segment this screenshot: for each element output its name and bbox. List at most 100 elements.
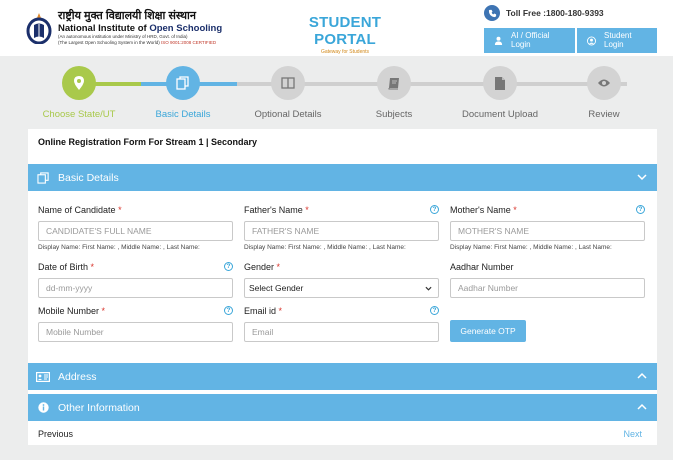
chevron-up-icon: [637, 403, 647, 410]
help-icon[interactable]: ?: [430, 306, 439, 315]
label-text: Aadhar Number: [450, 262, 514, 272]
next-button[interactable]: Next: [623, 429, 642, 439]
required-marker: *: [305, 205, 309, 215]
logo-text: राष्ट्रीय मुक्त विद्यालयी शिक्षा संस्थान…: [58, 10, 222, 46]
candidate-name-group: Name of Candidate * Display Name: First …: [38, 205, 233, 251]
help-icon[interactable]: ?: [224, 262, 233, 271]
student-login-line2: Login: [604, 39, 624, 49]
display-name-hint: Display Name: First Name: , Middle Name:…: [244, 244, 406, 251]
form-title: Online Registration Form For Stream 1 | …: [38, 137, 258, 147]
id-card-icon: [36, 371, 50, 383]
required-marker: *: [276, 262, 281, 272]
field-label: Aadhar Number: [450, 262, 645, 274]
ai-login-label: AI / Official Login: [511, 31, 550, 49]
step-label: Basic Details: [155, 109, 211, 120]
father-name-input[interactable]: [244, 221, 439, 241]
mobile-input[interactable]: [38, 322, 233, 342]
field-label: Mobile Number *?: [38, 306, 233, 318]
user-icon: [494, 36, 503, 45]
step-circle: [483, 66, 517, 100]
field-label: Father's Name *?: [244, 205, 439, 217]
aadhar-group: Aadhar Number: [450, 262, 645, 298]
page-header: राष्ट्रीय मुक्त विद्यालयी शिक्षा संस्थान…: [0, 0, 673, 56]
dob-input[interactable]: [38, 278, 233, 298]
section-other-information-header[interactable]: Other Information: [28, 394, 657, 421]
candidate-name-input[interactable]: [38, 221, 233, 241]
email-input[interactable]: [244, 322, 439, 342]
step-circle: [271, 66, 305, 100]
step-label: Choose State/UT: [42, 109, 116, 120]
section-title: Other Information: [58, 401, 140, 414]
student-login-label: Student Login: [604, 31, 632, 49]
previous-button[interactable]: Previous: [38, 429, 73, 439]
phone-icon: [484, 5, 500, 21]
nios-logo[interactable]: राष्ट्रीय मुक्त विद्यालयी शिक्षा संस्थान…: [26, 10, 222, 48]
logo-english-emph: Open Schooling: [149, 23, 223, 34]
step-label: Document Upload: [461, 109, 539, 120]
label-text: Mobile Number: [38, 306, 100, 316]
ai-login-line2: Login: [511, 39, 531, 49]
step-circle: [166, 66, 200, 100]
mobile-group: Mobile Number *?: [38, 306, 233, 342]
aadhar-input[interactable]: [450, 278, 645, 298]
portal-subtitle: Gateway for Students: [320, 49, 370, 55]
required-marker: *: [101, 306, 106, 316]
location-pin-icon: [74, 76, 84, 90]
portal-branding: STUDENT PORTAL Gateway for Students: [282, 14, 408, 55]
label-text: Date of Birth: [38, 262, 89, 272]
field-label: Mother's Name *?: [450, 205, 645, 217]
gender-select[interactable]: Select Gender: [244, 278, 439, 298]
father-name-group: Father's Name *? Display Name: First Nam…: [244, 205, 439, 251]
display-name-hint: Display Name: First Name: , Middle Name:…: [450, 244, 612, 251]
book-open-icon: [281, 77, 295, 89]
email-group: Email id *?: [244, 306, 439, 342]
nios-emblem-icon: [26, 13, 52, 44]
gender-selected-value: Select Gender: [249, 283, 304, 293]
field-label: Name of Candidate *: [38, 205, 233, 217]
step-basic-details[interactable]: Basic Details: [128, 66, 238, 120]
form-navigation: Previous Next: [28, 423, 657, 445]
progress-stepper: Choose State/UT Basic Details Optional D…: [27, 62, 657, 124]
mother-name-group: Mother's Name *? Display Name: First Nam…: [450, 205, 645, 251]
help-icon[interactable]: ?: [636, 205, 645, 214]
required-marker: *: [90, 262, 95, 272]
required-marker: *: [278, 306, 283, 316]
chevron-up-icon: [637, 372, 647, 379]
step-subjects[interactable]: Subjects: [339, 66, 449, 120]
step-circle: [62, 66, 96, 100]
step-document-upload[interactable]: Document Upload: [445, 66, 555, 120]
chevron-down-icon: [637, 174, 647, 181]
logo-tagline-text: (The Largest Open Schooling System in th…: [58, 40, 160, 45]
section-title: Basic Details: [58, 171, 119, 184]
iso-badge: ISO 9001:2008 CERTIFIED: [160, 40, 217, 45]
logo-hindi-name: राष्ट्रीय मुक्त विद्यालयी शिक्षा संस्थान: [58, 10, 196, 22]
step-choose-state[interactable]: Choose State/UT: [24, 66, 134, 120]
generate-otp-button[interactable]: Generate OTP: [450, 320, 526, 342]
step-optional-details[interactable]: Optional Details: [233, 66, 343, 120]
toll-free-info: Toll Free :1800-180-9393: [484, 4, 604, 22]
eye-icon: [598, 79, 610, 87]
step-label: Review: [588, 109, 620, 120]
step-review[interactable]: Review: [549, 66, 659, 120]
section-address-header[interactable]: Address: [28, 363, 657, 390]
step-label: Subjects: [375, 109, 413, 120]
step-circle: [377, 66, 411, 100]
required-marker: *: [118, 205, 122, 215]
chevron-down-icon: [425, 286, 432, 291]
info-icon: [36, 402, 50, 414]
section-title: Address: [58, 370, 97, 383]
step-label: Optional Details: [254, 109, 322, 120]
student-login-button[interactable]: Student Login: [577, 28, 657, 53]
help-icon[interactable]: ?: [224, 306, 233, 315]
display-name-hint: Display Name: First Name: , Middle Name:…: [38, 244, 200, 251]
section-basic-details-header[interactable]: Basic Details: [28, 164, 657, 191]
gender-group: Gender * Select Gender: [244, 262, 439, 298]
label-text: Mother's Name: [450, 205, 511, 215]
portal-title: STUDENT PORTAL: [308, 14, 382, 48]
mother-name-input[interactable]: [450, 221, 645, 241]
step-circle: [587, 66, 621, 100]
label-text: Name of Candidate: [38, 205, 116, 215]
help-icon[interactable]: ?: [430, 205, 439, 214]
logo-tagline: (The Largest Open Schooling System in th…: [58, 40, 222, 46]
ai-official-login-button[interactable]: AI / Official Login: [484, 28, 575, 53]
